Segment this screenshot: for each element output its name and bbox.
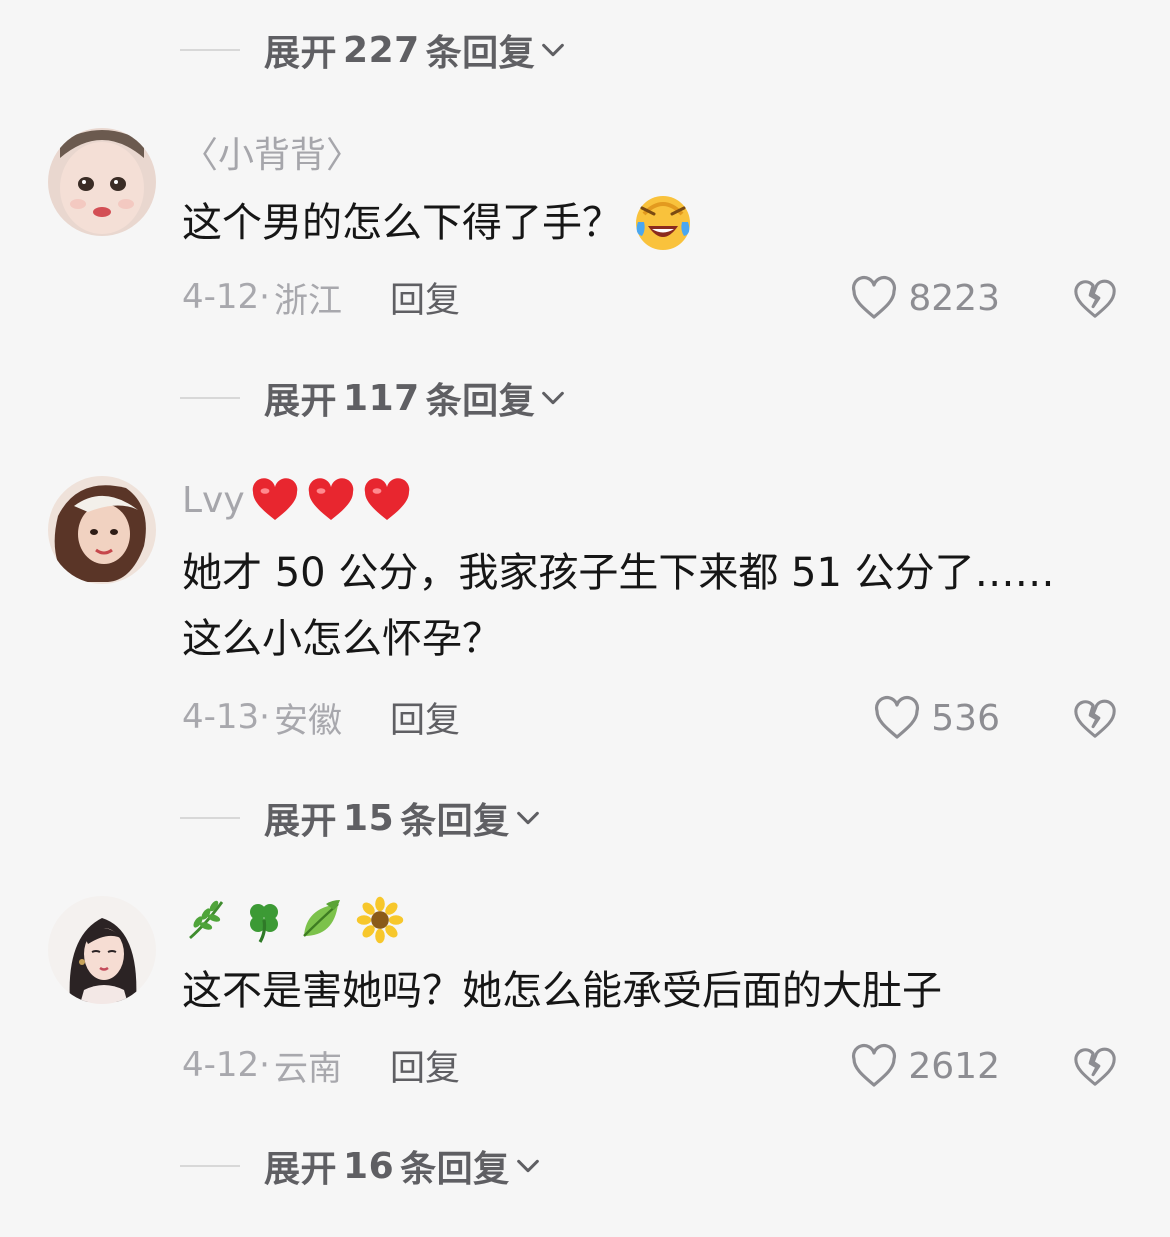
heart-outline-icon	[852, 1043, 897, 1087]
comment-line: 她才 50 公分，我家孩子生下来都 51 公分了……	[182, 550, 1055, 596]
comment-location: 云南	[273, 1048, 342, 1089]
like-button[interactable]: 2612	[850, 1038, 1000, 1094]
heart-outline-icon	[875, 695, 920, 739]
expand-replies-button[interactable]: 展开 16 条回复	[180, 1136, 542, 1196]
expand-count: 16	[343, 1145, 395, 1187]
expand-suffix: 条回复	[425, 33, 536, 74]
broken-heart-icon[interactable]	[1072, 1044, 1118, 1090]
chevron-down-icon	[542, 391, 565, 405]
avatar[interactable]	[48, 476, 156, 584]
red-heart-icon	[308, 478, 353, 520]
avatar[interactable]	[48, 896, 156, 1004]
expand-suffix: 条回复	[400, 1149, 510, 1190]
comment-meta: 4-13· 安徽 回复	[182, 692, 460, 742]
comment-line: 这不是害她吗？她怎么能承受后面的大肚子	[182, 968, 942, 1014]
username[interactable]: 〈小背背〉	[182, 126, 362, 178]
reply-button[interactable]: 回复	[390, 272, 460, 323]
reply-button[interactable]: 回复	[390, 1040, 460, 1091]
avatar-illustrated-girl-image	[48, 896, 156, 1004]
comment-meta: 4-12· 云南 回复	[182, 1040, 460, 1090]
expand-count: 227	[343, 29, 420, 71]
comment-date: 4-12·	[182, 277, 270, 317]
chevron-down-icon	[542, 43, 565, 57]
like-button[interactable]: 536	[873, 690, 1000, 746]
leaf-icon	[303, 900, 340, 937]
herb-icon	[189, 900, 224, 940]
comment-location: 浙江	[273, 280, 342, 321]
comment-text: 这不是害她吗？她怎么能承受后面的大肚子	[182, 958, 1110, 1024]
expand-divider	[180, 1165, 240, 1167]
username-emoji-group	[182, 896, 404, 944]
expand-prefix: 展开	[264, 381, 338, 422]
broken-heart-icon[interactable]	[1072, 696, 1118, 742]
expand-replies-button[interactable]: 展开 227 条回复	[180, 20, 567, 80]
comment-date: 4-12·	[182, 1045, 270, 1085]
expand-prefix: 展开	[264, 1149, 338, 1190]
four-leaf-clover-icon	[250, 904, 278, 943]
comment-text: 她才 50 公分，我家孩子生下来都 51 公分了…… 这么小怎么怀孕？	[182, 540, 1110, 672]
comment-text: 这个男的怎么下得了手？	[182, 190, 1110, 256]
comment-meta: 4-12· 浙江 回复	[182, 272, 460, 322]
reply-button[interactable]: 回复	[390, 692, 460, 743]
username-row	[182, 894, 404, 946]
expand-prefix: 展开	[264, 33, 338, 74]
laughing-crying-emoji	[636, 196, 690, 250]
like-count: 2612	[908, 1045, 1000, 1087]
sunflower-icon	[356, 896, 404, 944]
comment-line: 这么小怎么怀孕？	[182, 616, 502, 662]
like-count: 536	[931, 697, 1000, 739]
comment-date: 4-13·	[182, 697, 270, 737]
avatar-girl-image	[48, 476, 156, 584]
red-heart-icon	[364, 478, 409, 520]
comment-thread: 展开 227 条回复 〈小背背〉 这个男的怎么下得了手？ 4-12· 浙江 回复…	[0, 0, 1170, 1237]
expand-divider	[180, 49, 240, 51]
like-button[interactable]: 8223	[850, 270, 1000, 326]
chevron-down-icon	[516, 811, 539, 825]
red-heart-icon	[252, 478, 297, 520]
username-row: Lvy	[182, 474, 411, 526]
username-emoji-group	[251, 477, 411, 523]
expand-count: 117	[343, 377, 420, 419]
avatar-baby-image	[48, 128, 156, 236]
broken-heart-icon[interactable]	[1072, 276, 1118, 322]
comment-line: 这个男的怎么下得了手？	[182, 200, 622, 246]
username[interactable]: Lvy	[182, 480, 245, 521]
expand-count: 15	[343, 797, 395, 839]
comment-location: 安徽	[273, 700, 342, 741]
expand-prefix: 展开	[264, 801, 338, 842]
avatar[interactable]	[48, 128, 156, 236]
heart-outline-icon	[852, 275, 897, 319]
expand-divider	[180, 397, 240, 399]
chevron-down-icon	[516, 1159, 539, 1173]
expand-suffix: 条回复	[425, 381, 536, 422]
expand-suffix: 条回复	[400, 801, 510, 842]
expand-replies-button[interactable]: 展开 117 条回复	[180, 368, 567, 428]
expand-divider	[180, 817, 240, 819]
like-count: 8223	[908, 277, 1000, 319]
expand-replies-button[interactable]: 展开 15 条回复	[180, 788, 542, 848]
